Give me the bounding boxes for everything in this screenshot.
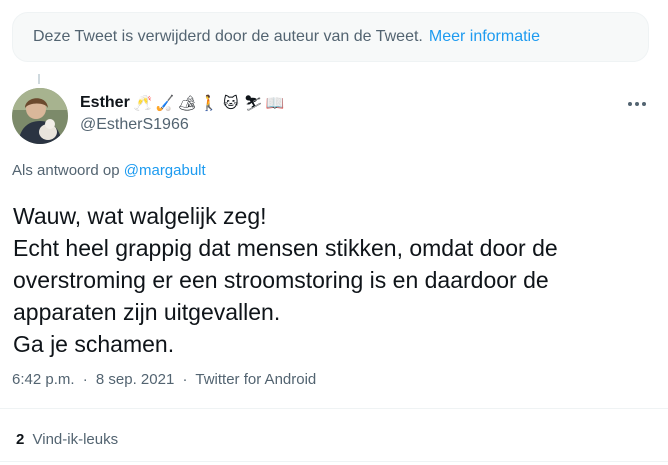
- tweet-date[interactable]: 8 sep. 2021: [96, 371, 174, 388]
- reply-mention-link[interactable]: @margabult: [124, 162, 206, 179]
- display-name[interactable]: Esther: [80, 94, 130, 112]
- reply-prefix: Als antwoord op: [12, 162, 120, 179]
- name-row: Esther 🥂 🏑 🏕 🚶 🐱 ⛷ 📖: [80, 92, 284, 114]
- tweet-text-line: overstroming er een stroomstoring is en …: [13, 267, 549, 293]
- cat-face-icon: 🐱: [222, 94, 239, 112]
- skier-icon: ⛷: [243, 94, 263, 112]
- tweet-text-line: Wauw, wat walgelijk zeg!: [13, 203, 267, 229]
- deleted-tweet-notice: Deze Tweet is verwijderd door de auteur …: [12, 12, 649, 62]
- divider: [0, 408, 668, 409]
- tweet-time[interactable]: 6:42 p.m.: [12, 371, 75, 388]
- tweet-text: Wauw, wat walgelijk zeg! Echt heel grapp…: [13, 200, 653, 360]
- more-info-link[interactable]: Meer informatie: [429, 28, 540, 46]
- deleted-notice-text: Deze Tweet is verwijderd door de auteur …: [33, 28, 423, 45]
- tweet-metadata: 6:42 p.m. · 8 sep. 2021 · Twitter for An…: [12, 371, 316, 388]
- divider: [0, 461, 668, 462]
- reply-context: Als antwoord op @margabult: [12, 162, 206, 179]
- tweet-text-line: apparaten zijn uitgevallen.: [13, 299, 281, 325]
- more-options-button[interactable]: [624, 93, 650, 115]
- tweet-text-line: Ga je schamen.: [13, 331, 175, 357]
- avatar[interactable]: [12, 88, 68, 144]
- camping-tent-icon: 🏕: [177, 94, 197, 112]
- more-dots-icon: [628, 102, 646, 106]
- tweet-page: Deze Tweet is verwijderd door de auteur …: [0, 0, 668, 465]
- meta-separator: ·: [182, 371, 188, 388]
- user-handle[interactable]: @EstherS1966: [80, 116, 284, 134]
- thread-connector-line: [38, 74, 40, 84]
- tweet-source[interactable]: Twitter for Android: [195, 371, 316, 388]
- hockey-stick-icon: 🏑: [155, 94, 175, 112]
- meta-separator: ·: [82, 371, 88, 388]
- person-walking-icon: 🚶: [199, 94, 219, 112]
- open-book-icon: 📖: [265, 94, 285, 112]
- clinking-glasses-icon: 🥂: [133, 94, 153, 112]
- user-info[interactable]: Esther 🥂 🏑 🏕 🚶 🐱 ⛷ 📖 @EstherS1966: [80, 92, 284, 134]
- likes-count: 2: [16, 431, 25, 448]
- likes-label: Vind-ik-leuks: [32, 431, 119, 448]
- likes-count-link[interactable]: 2 Vind-ik-leuks: [16, 431, 118, 448]
- tweet-text-line: Echt heel grappig dat mensen stikken, om…: [13, 235, 558, 261]
